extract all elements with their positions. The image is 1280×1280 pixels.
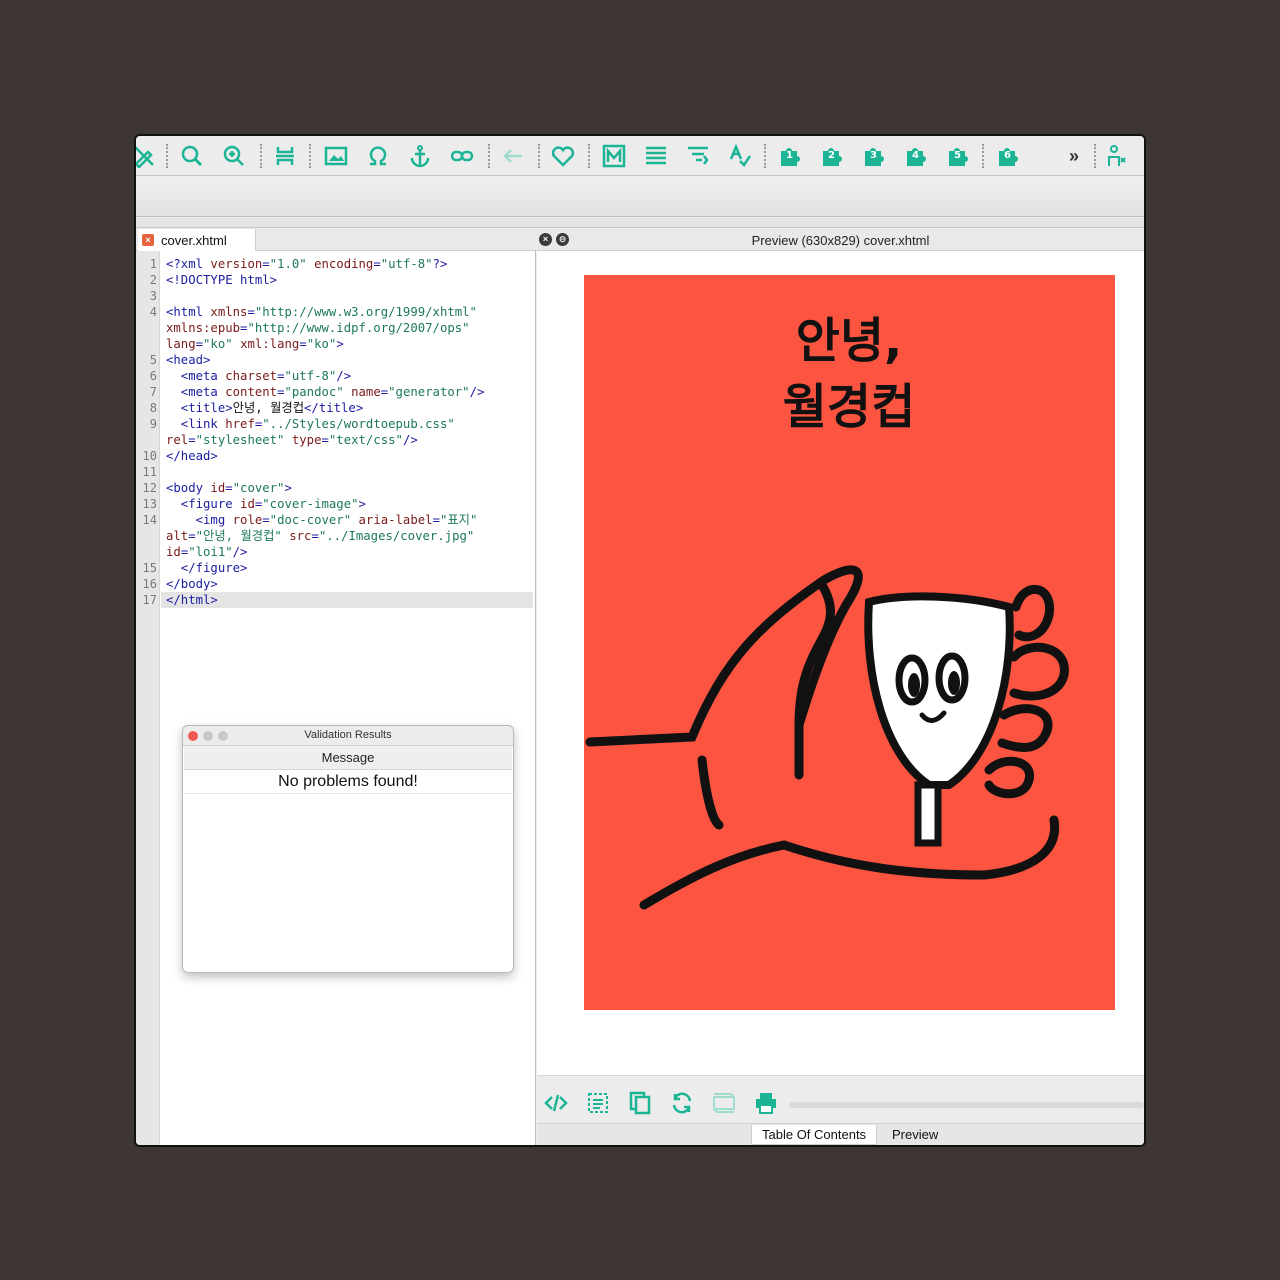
code-line: <figure id="cover-image"> <box>166 497 366 511</box>
more-icon[interactable]: » <box>1060 142 1088 170</box>
line-number: 11 <box>142 465 157 479</box>
code-line: <?xml version="1.0" encoding="utf-8"?> <box>166 257 448 271</box>
message-column-header[interactable]: Message <box>184 746 512 770</box>
code-line: alt="안녕, 월경컵" src="../Images/cover.jpg" <box>166 529 475 543</box>
omega-icon[interactable] <box>364 142 392 170</box>
validation-title: Validation Results <box>304 729 392 741</box>
preview-title: Preview (630x829) cover.xhtml <box>751 233 930 248</box>
zoom-slider[interactable] <box>789 1102 1144 1108</box>
line-number: 1 <box>149 257 157 271</box>
copy-icon[interactable] <box>626 1089 654 1117</box>
code-line: <!DOCTYPE html> <box>166 273 278 287</box>
code-line: id="loi1"/> <box>166 545 248 559</box>
code-line: <head> <box>166 353 211 367</box>
plugin-number: 1 <box>786 150 793 161</box>
plugin-number: 5 <box>954 150 961 161</box>
tab-label: cover.xhtml <box>161 232 227 248</box>
cover-illustration: 안녕, 월경컵 <box>585 313 1069 910</box>
line-number: 6 <box>149 369 157 383</box>
code-line: <meta content="pandoc" name="generator"/… <box>166 385 485 399</box>
tab-table-of-contents[interactable]: Table Of Contents <box>751 1125 878 1145</box>
line-number: 8 <box>149 401 157 415</box>
line-number: 16 <box>142 577 157 591</box>
indent-icon[interactable] <box>684 142 712 170</box>
tab-cover-xhtml[interactable]: × cover.xhtml <box>138 229 256 251</box>
split-icon[interactable] <box>271 142 299 170</box>
code-line: lang="ko" xml:lang="ko"> <box>166 337 344 351</box>
line-number: 17 <box>142 593 157 607</box>
secondary-toolbar <box>136 177 1144 217</box>
app-window: 1 2 3 4 5 6 » × cover.xhtml 1 2 3 4 5 6 … <box>134 134 1146 1147</box>
plugin-number: 4 <box>912 150 919 161</box>
plugin-1-icon[interactable]: 1 <box>776 142 804 170</box>
validation-titlebar[interactable]: Validation Results <box>183 726 513 746</box>
line-number: 15 <box>142 561 157 575</box>
refresh-icon[interactable] <box>668 1089 696 1117</box>
preview-header: × ⊖ Preview (630x829) cover.xhtml <box>537 229 1144 251</box>
code-line: </html> <box>166 593 218 607</box>
plugin-number: 6 <box>1004 150 1011 161</box>
spellcheck-icon[interactable] <box>726 142 754 170</box>
validation-message[interactable]: No problems found! <box>183 770 513 794</box>
close-tab-icon[interactable]: × <box>142 234 154 246</box>
preview-toolbar <box>537 1075 1144 1123</box>
plugin-number: 3 <box>870 150 877 161</box>
heart-icon[interactable] <box>549 142 577 170</box>
code-line: <body id="cover"> <box>166 481 292 495</box>
edit-icon[interactable] <box>136 142 158 170</box>
person-icon[interactable] <box>1104 142 1132 170</box>
line-number: 9 <box>149 417 157 431</box>
select-icon[interactable] <box>584 1089 612 1117</box>
css-icon[interactable] <box>710 1089 738 1117</box>
code-line: </body> <box>166 577 218 591</box>
code-line: <link href="../Styles/wordtoepub.css" <box>166 417 455 431</box>
preview-pane: × ⊖ Preview (630x829) cover.xhtml 안녕, 월경… <box>537 229 1144 1145</box>
main-toolbar: 1 2 3 4 5 6 » <box>136 136 1144 176</box>
back-arrow-icon[interactable] <box>499 142 527 170</box>
code-line: </head> <box>166 449 218 463</box>
search-icon[interactable] <box>178 142 206 170</box>
plugin-2-icon[interactable]: 2 <box>818 142 846 170</box>
markdown-icon[interactable] <box>600 142 628 170</box>
plugin-6-icon[interactable]: 6 <box>994 142 1022 170</box>
line-number: 10 <box>142 449 157 463</box>
toolbar-divider <box>136 218 1144 228</box>
code-line: xmlns:epub="http://www.idpf.org/2007/ops… <box>166 321 470 335</box>
plugin-3-icon[interactable]: 3 <box>860 142 888 170</box>
list-icon[interactable] <box>642 142 670 170</box>
line-number: 4 <box>149 305 157 319</box>
plugin-4-icon[interactable]: 4 <box>902 142 930 170</box>
preview-canvas[interactable]: 안녕, 월경컵 <box>537 252 1144 1074</box>
line-number: 2 <box>149 273 157 287</box>
zoom-icon[interactable] <box>220 142 248 170</box>
line-number: 7 <box>149 385 157 399</box>
code-line: rel="stylesheet" type="text/css"/> <box>166 433 418 447</box>
tab-preview[interactable]: Preview <box>882 1125 948 1145</box>
anchor-icon[interactable] <box>406 142 434 170</box>
line-number: 5 <box>149 353 157 367</box>
image-icon[interactable] <box>322 142 350 170</box>
line-number: 13 <box>142 497 157 511</box>
validation-results-window: Validation Results Message No problems f… <box>182 725 514 973</box>
cover-title-line2: 월경컵 <box>783 379 915 435</box>
line-number: 3 <box>149 289 157 303</box>
line-number: 14 <box>142 513 157 527</box>
code-line: <title>안녕, 월경컵</title> <box>166 401 364 415</box>
cover-title-line1: 안녕, <box>796 313 903 369</box>
code-line: <img role="doc-cover" aria-label="표지" <box>166 513 478 527</box>
code-line: <html xmlns="http://www.w3.org/1999/xhtm… <box>166 305 477 319</box>
cover-image: 안녕, 월경컵 <box>584 275 1115 1010</box>
code-line: <meta charset="utf-8"/> <box>166 369 352 383</box>
plugin-number: 2 <box>828 150 835 161</box>
link-icon[interactable] <box>448 142 476 170</box>
code-editor-pane: × cover.xhtml 1 2 3 4 5 6 7 8 9 10 11 12… <box>136 229 536 1145</box>
code-line: </figure> <box>166 561 248 575</box>
editor-tab-bar: × cover.xhtml <box>136 229 536 251</box>
code-icon[interactable] <box>542 1089 570 1117</box>
print-icon[interactable] <box>752 1089 780 1117</box>
bottom-tab-bar: Table Of Contents Preview <box>537 1123 1144 1145</box>
plugin-5-icon[interactable]: 5 <box>944 142 972 170</box>
line-number: 12 <box>142 481 157 495</box>
